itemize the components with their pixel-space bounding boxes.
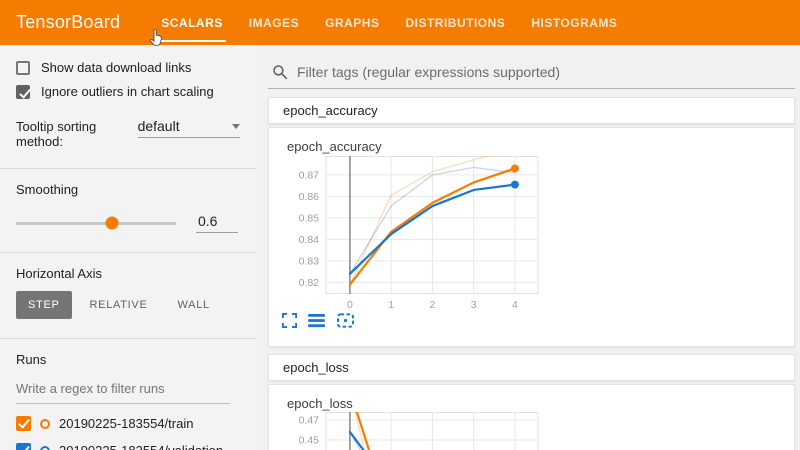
run-label: 20190225-183554/validation — [59, 443, 223, 450]
smoothing-slider-row: 0.6 — [16, 213, 240, 233]
svg-text:0.47: 0.47 — [299, 415, 320, 427]
toggle-y-axis-icon[interactable] — [308, 313, 325, 328]
chart-title: epoch_loss — [287, 396, 353, 411]
tooltip-sorting-label: Tooltip sorting method: — [16, 119, 130, 149]
main-panel: epoch_accuracy epoch_accuracy 0.820.830.… — [256, 45, 800, 450]
relative-button[interactable]: RELATIVE — [78, 291, 160, 319]
app-header: TensorBoard SCALARS IMAGES GRAPHS DISTRI… — [0, 0, 800, 45]
smoothing-label: Smoothing — [16, 182, 240, 197]
tooltip-sorting-value: default — [138, 118, 180, 134]
svg-text:0.86: 0.86 — [299, 191, 320, 203]
run-row-validation[interactable]: 20190225-183554/validation — [16, 443, 240, 450]
run-color-circle-icon[interactable] — [40, 419, 50, 429]
epoch-loss-chart[interactable]: 0.470.450.430.410.390.370.3501234 — [279, 412, 549, 450]
checkbox-label: Show data download links — [41, 60, 191, 75]
divider — [0, 168, 256, 169]
tensorboard-app: TensorBoard SCALARS IMAGES GRAPHS DISTRI… — [0, 0, 800, 450]
tab-bar: SCALARS IMAGES GRAPHS DISTRIBUTIONS HIST… — [148, 0, 630, 45]
svg-text:0: 0 — [347, 299, 353, 311]
tab-distributions[interactable]: DISTRIBUTIONS — [392, 0, 518, 45]
runs-filter-input[interactable] — [16, 379, 230, 404]
dropdown-arrow-icon — [232, 124, 240, 129]
expand-icon[interactable] — [282, 313, 297, 328]
run-label: 20190225-183554/train — [59, 416, 193, 431]
run-checkbox-checked-icon[interactable] — [16, 443, 31, 450]
divider — [0, 252, 256, 253]
card-title: epoch_accuracy — [283, 103, 378, 118]
card-header-epoch-loss[interactable]: epoch_loss — [268, 354, 795, 381]
chart-title: epoch_accuracy — [287, 139, 382, 154]
tag-filter-row — [268, 55, 795, 89]
tab-graphs-label: GRAPHS — [325, 16, 379, 30]
horizontal-axis-label: Horizontal Axis — [16, 266, 240, 281]
tab-images-label: IMAGES — [249, 16, 299, 30]
divider — [0, 338, 256, 339]
checkbox-label: Ignore outliers in chart scaling — [41, 84, 214, 99]
card-body-epoch-loss: epoch_loss 0.470.450.430.410.390.370.350… — [268, 384, 795, 450]
card-body-epoch-accuracy: epoch_accuracy 0.820.830.840.850.860.870… — [268, 127, 795, 347]
svg-text:3: 3 — [471, 299, 477, 311]
svg-text:2: 2 — [429, 299, 435, 311]
epoch-accuracy-chart[interactable]: 0.82 0.83 0.84 0.85 0.86 0.87 0 1 2 3 4 — [279, 156, 549, 314]
run-color-circle-icon[interactable] — [40, 446, 50, 450]
smoothing-value-field[interactable]: 0.6 — [196, 213, 238, 233]
ignore-outliers-checkbox-row[interactable]: Ignore outliers in chart scaling — [16, 84, 240, 99]
tab-histograms[interactable]: HISTOGRAMS — [518, 0, 630, 45]
svg-text:0.87: 0.87 — [299, 169, 320, 181]
svg-text:0.84: 0.84 — [299, 234, 320, 246]
svg-text:0.82: 0.82 — [299, 277, 320, 289]
tooltip-sorting-row: Tooltip sorting method: default — [16, 118, 240, 149]
show-download-links-checkbox-row[interactable]: Show data download links — [16, 60, 240, 75]
tab-distributions-label: DISTRIBUTIONS — [405, 16, 505, 30]
tag-filter-input[interactable] — [297, 64, 791, 80]
svg-text:0.83: 0.83 — [299, 255, 320, 267]
svg-text:1: 1 — [388, 299, 394, 311]
svg-text:4: 4 — [512, 299, 518, 311]
tab-images[interactable]: IMAGES — [236, 0, 312, 45]
chart-toolbar — [282, 313, 355, 328]
app-title: TensorBoard — [16, 12, 120, 33]
mouse-cursor-hand-icon — [149, 29, 163, 51]
tab-graphs[interactable]: GRAPHS — [312, 0, 392, 45]
slider-thumb[interactable] — [106, 217, 119, 230]
run-checkbox-checked-icon[interactable] — [16, 416, 31, 431]
sidebar: Show data download links Ignore outliers… — [0, 45, 256, 450]
run-row-train[interactable]: 20190225-183554/train — [16, 416, 240, 431]
tab-scalars-label: SCALARS — [161, 16, 223, 30]
checkbox-unchecked-icon[interactable] — [16, 61, 30, 75]
card-header-epoch-accuracy[interactable]: epoch_accuracy — [268, 97, 795, 124]
runs-title: Runs — [16, 352, 240, 367]
svg-text:0.85: 0.85 — [299, 212, 320, 224]
tooltip-sorting-dropdown[interactable]: default — [138, 118, 240, 138]
smoothing-slider[interactable] — [16, 222, 176, 225]
checkbox-checked-icon[interactable] — [16, 85, 30, 99]
svg-text:0.45: 0.45 — [299, 435, 320, 447]
wall-button[interactable]: WALL — [166, 291, 222, 319]
search-icon — [272, 64, 288, 80]
card-title: epoch_loss — [283, 360, 349, 375]
horizontal-axis-buttons: STEP RELATIVE WALL — [16, 291, 240, 319]
fit-domain-icon[interactable] — [336, 313, 355, 328]
tab-histograms-label: HISTOGRAMS — [531, 16, 617, 30]
step-button[interactable]: STEP — [16, 291, 72, 319]
